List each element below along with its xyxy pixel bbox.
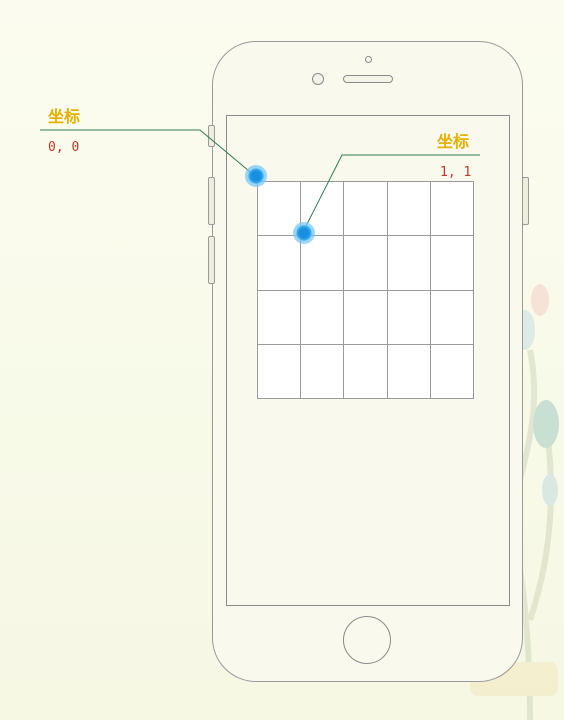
coordinate-label-origin: 坐标 [48,107,81,126]
coordinate-label-point: 坐标 [437,132,470,151]
coordinate-value-origin: 0, 0 [48,140,80,155]
origin-point-marker [245,165,267,187]
point-marker [293,222,315,244]
coordinate-value-point: 1, 1 [440,165,472,180]
leader-lines [40,129,480,233]
